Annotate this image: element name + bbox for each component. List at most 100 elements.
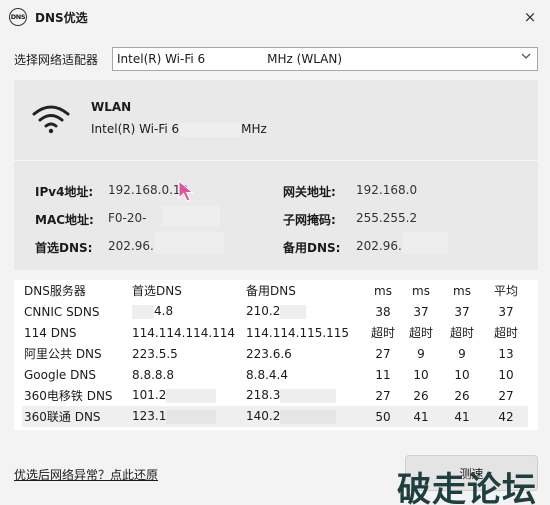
cell-average: 10	[498, 367, 514, 382]
redacted-mask	[402, 232, 448, 254]
title-bar: DNS DNS优选 ×	[0, 0, 550, 34]
cell-ms-3: 10	[454, 367, 470, 382]
redacted-mask	[154, 232, 224, 254]
cell-backup: 140.2	[246, 406, 364, 427]
cell-backup: 218.3	[246, 385, 364, 406]
cell-average: 13	[498, 346, 514, 361]
mouse-cursor-icon	[178, 179, 194, 205]
cell-ms-2: 37	[413, 304, 429, 319]
cell-ms-3: 26	[454, 388, 470, 403]
cell-ms-1: 38	[375, 304, 391, 319]
redacted-mask	[132, 304, 154, 319]
cell-backup: 223.6.6	[246, 346, 292, 361]
cell-average: 37	[498, 304, 514, 319]
cell-ms-1: 50	[364, 406, 402, 427]
divider	[14, 160, 538, 161]
cell-ms-2: 超时	[408, 326, 433, 340]
close-button[interactable]: ×	[520, 7, 540, 27]
window-title: DNS优选	[35, 10, 88, 25]
device-suffix: MHz	[241, 122, 267, 136]
cell-average: 超时	[493, 326, 518, 340]
redacted-mask	[205, 52, 268, 66]
cell-ms-3: 9	[458, 346, 466, 361]
network-info-panel: WLAN Intel(R) Wi-Fi 6 MHz IPv4地址: 192.168…	[14, 80, 538, 270]
cell-backup: 210.2	[246, 301, 364, 322]
gateway-label: 网关地址:	[283, 185, 336, 199]
table-row[interactable]: 114 DNS 114.114.114.114 114.114.115.115 …	[22, 322, 528, 343]
cell-backup-text: 218.3	[246, 388, 281, 403]
cell-primary: 8.8.8.8	[132, 367, 174, 382]
table-row-selected[interactable]: 360联通 DNS 123.1 140.2 50 41 41 42	[22, 406, 528, 427]
dns-app-icon: DNS	[9, 8, 27, 26]
cell-ms-3: 37	[454, 304, 470, 319]
dns-server-table: DNS服务器 首选DNS 备用DNS ms ms ms 平均 CNNIC SDN…	[14, 280, 538, 430]
table-row[interactable]: 360电移铁 DNS 101.2 218.3 27 26 26 27	[22, 385, 528, 406]
cell-ms-1: 11	[375, 367, 391, 382]
gateway-value: 192.168.0	[356, 183, 418, 197]
cell-ms-1: 超时	[370, 326, 395, 340]
wifi-icon	[32, 104, 70, 137]
header-server: DNS服务器	[24, 284, 86, 298]
primary-dns-label: 首选DNS:	[35, 241, 93, 255]
header-ms-1: ms	[374, 283, 392, 298]
cell-backup: 8.8.4.4	[246, 367, 288, 382]
cell-primary: 223.5.5	[132, 346, 178, 361]
device-prefix: Intel(R) Wi-Fi 6	[91, 122, 180, 136]
adapter-select[interactable]: Intel(R) Wi-Fi 6 MHz (WLAN)	[112, 47, 538, 71]
header-backup-dns: 备用DNS	[246, 284, 296, 298]
ipv4-value: 192.168.0.10	[108, 183, 189, 197]
cell-ms-3: 41	[440, 406, 484, 427]
redacted-mask	[166, 409, 217, 424]
cell-ms-2: 9	[417, 346, 425, 361]
cell-primary-text: 4.8	[154, 304, 174, 319]
network-device: Intel(R) Wi-Fi 6 MHz	[91, 122, 267, 137]
cell-server: 114 DNS	[24, 325, 77, 340]
cell-server: 阿里公共 DNS	[24, 347, 102, 361]
cell-server: CNNIC SDNS	[24, 304, 100, 319]
ipv4-label: IPv4地址:	[35, 185, 94, 199]
cell-primary: 123.1	[132, 406, 246, 427]
header-average: 平均	[493, 284, 518, 298]
mac-label: MAC地址:	[35, 213, 94, 227]
table-row[interactable]: Google DNS 8.8.8.8 8.8.4.4 11 10 10 10	[22, 364, 528, 385]
backup-dns-label: 备用DNS:	[283, 241, 341, 255]
cell-backup: 114.114.115.115	[246, 325, 350, 340]
redacted-mask	[280, 388, 337, 403]
restore-link[interactable]: 优选后网络异常？点此还原	[14, 466, 158, 483]
subnet-label: 子网掩码:	[283, 213, 336, 227]
cell-ms-1: 27	[375, 388, 391, 403]
cell-primary: 114.114.114.114	[132, 325, 236, 340]
mac-value: F0-20-	[108, 211, 147, 225]
adapter-label: 选择网络适配器	[14, 52, 99, 67]
dns-table: DNS服务器 首选DNS 备用DNS ms ms ms 平均 CNNIC SDN…	[22, 280, 528, 427]
cell-ms-2: 26	[413, 388, 429, 403]
adapter-select-prefix: Intel(R) Wi-Fi 6	[117, 52, 206, 66]
cell-average: 27	[498, 388, 514, 403]
table-header-row: DNS服务器 首选DNS 备用DNS ms ms ms 平均	[22, 280, 528, 301]
cell-primary-text: 101.2	[132, 388, 167, 403]
cell-ms-1: 27	[375, 346, 391, 361]
redacted-mask	[179, 122, 242, 137]
redacted-mask	[280, 304, 307, 319]
cell-ms-3: 超时	[449, 326, 474, 340]
cell-average: 42	[484, 406, 528, 427]
chevron-down-icon[interactable]	[521, 51, 531, 64]
close-icon: ×	[523, 8, 537, 26]
primary-dns-value: 202.96.	[108, 239, 154, 253]
table-row[interactable]: 阿里公共 DNS 223.5.5 223.6.6 27 9 9 13	[22, 343, 528, 364]
brand-watermark: 破走论坛	[397, 470, 537, 505]
subnet-value: 255.255.2	[356, 211, 418, 225]
table-row[interactable]: CNNIC SDNS 4.8 210.2 38 37 37 37	[22, 301, 528, 322]
backup-dns-value: 202.96.	[356, 239, 402, 253]
redacted-mask	[162, 206, 220, 226]
cell-server: Google DNS	[24, 367, 96, 382]
cell-backup-text: 140.2	[246, 409, 281, 424]
cell-primary-text: 123.1	[132, 409, 167, 424]
adapter-row: 选择网络适配器 Intel(R) Wi-Fi 6 MHz (WLAN)	[14, 47, 538, 71]
header-ms-2: ms	[412, 283, 430, 298]
network-name: WLAN	[91, 100, 132, 114]
redacted-mask	[166, 388, 217, 403]
header-ms-3: ms	[453, 283, 471, 298]
cell-ms-2: 41	[402, 406, 440, 427]
header-primary-dns: 首选DNS	[132, 284, 182, 298]
